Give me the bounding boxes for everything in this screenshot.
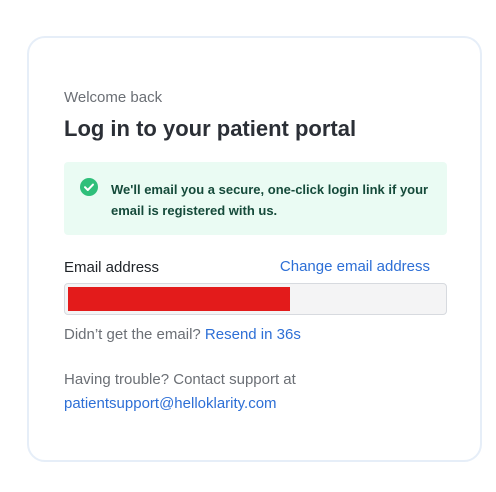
support-prompt: Having trouble? Contact support at xyxy=(64,371,296,388)
info-alert: We'll email you a secure, one-click logi… xyxy=(64,162,447,235)
resend-line: Didn’t get the email? Resend in 36s xyxy=(64,326,301,343)
welcome-text: Welcome back xyxy=(64,89,163,106)
email-input[interactable] xyxy=(65,284,446,314)
email-field[interactable] xyxy=(64,283,447,315)
resend-prompt: Didn’t get the email? xyxy=(64,326,201,343)
change-email-link[interactable]: Change email address xyxy=(280,258,430,275)
support-email-link[interactable]: patientsupport@helloklarity.com xyxy=(64,395,277,412)
email-label: Email address xyxy=(64,259,160,276)
login-card: Welcome back Log in to your patient port… xyxy=(27,36,482,462)
resend-link[interactable]: Resend in 36s xyxy=(205,326,301,343)
alert-message: We'll email you a secure, one-click logi… xyxy=(111,182,429,218)
page-title: Log in to your patient portal xyxy=(64,116,357,141)
check-circle-icon xyxy=(80,178,98,196)
